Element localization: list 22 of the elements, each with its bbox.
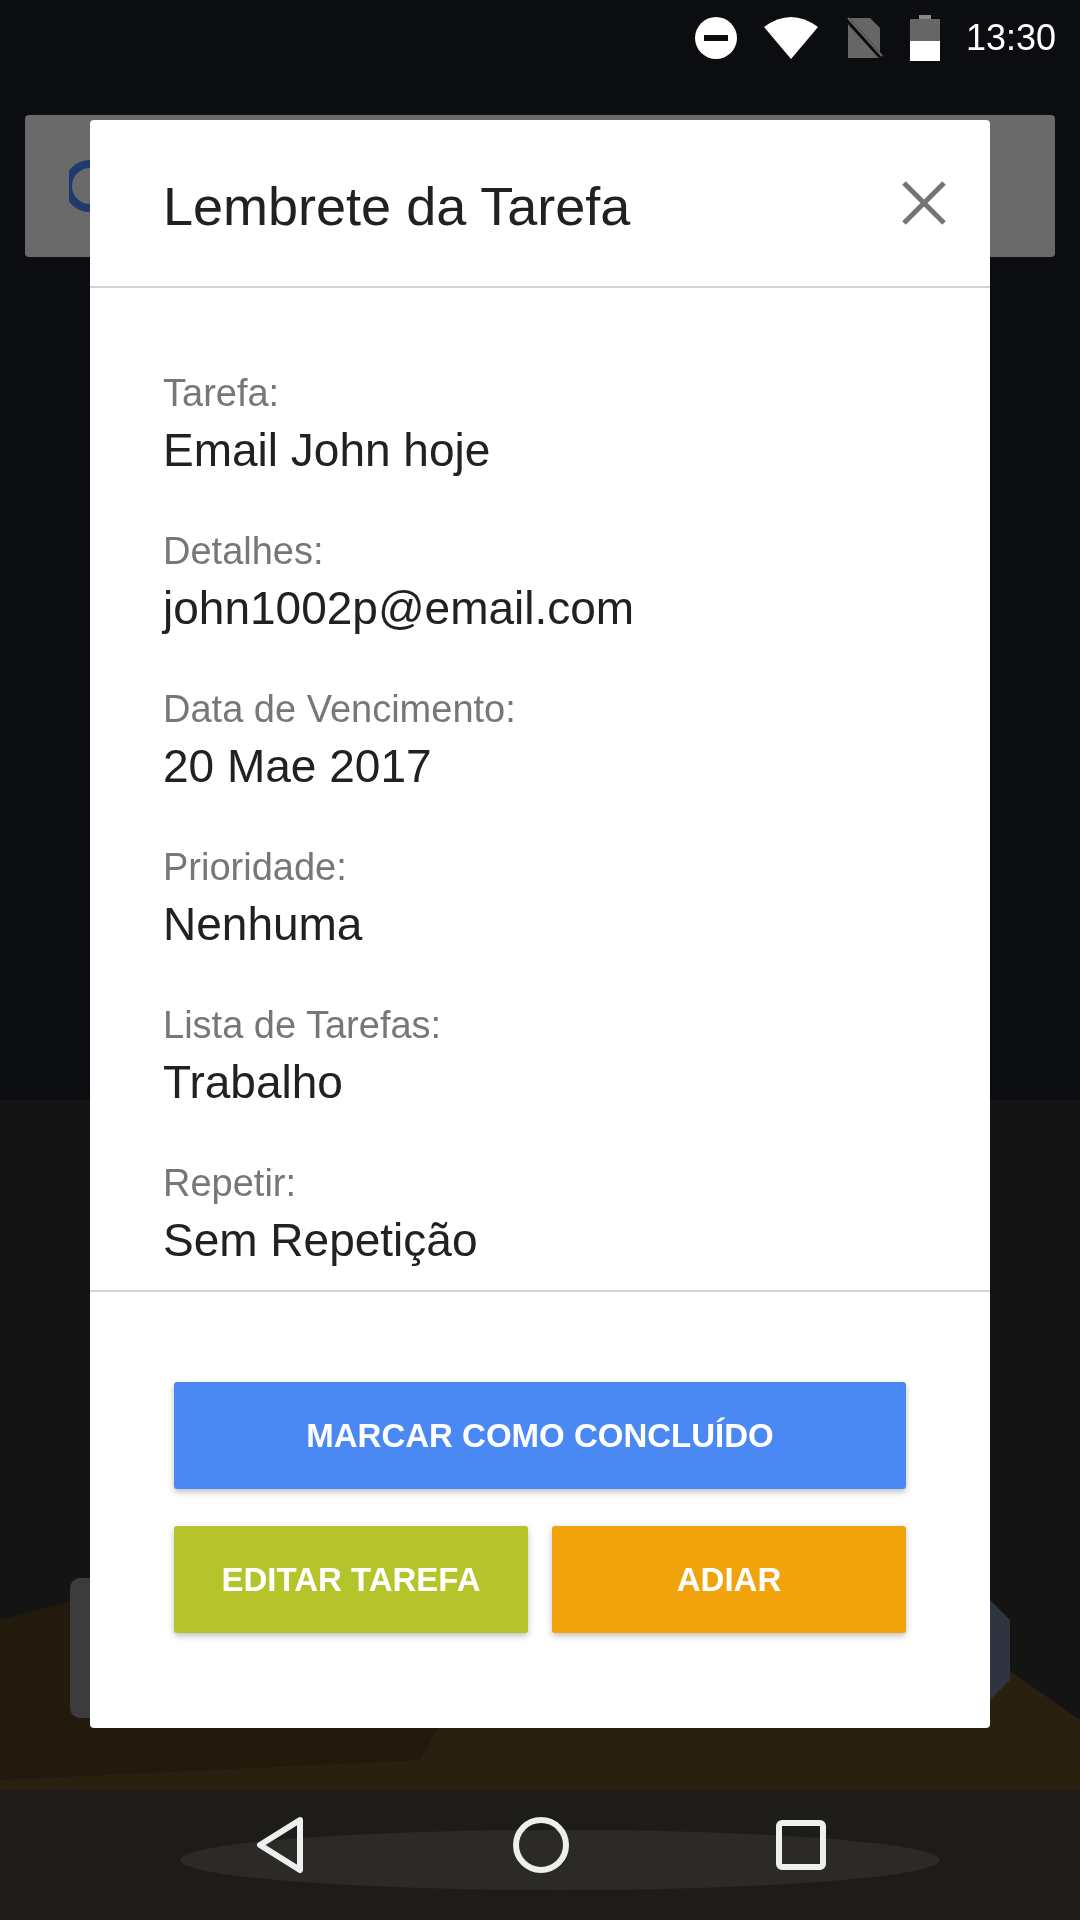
battery-icon bbox=[909, 14, 940, 61]
field-label: Data de Vencimento: bbox=[163, 688, 517, 730]
complete-button[interactable]: MARCAR COMO CONCLUÍDO bbox=[174, 1382, 906, 1489]
field-label: Repetir: bbox=[163, 1162, 298, 1204]
field-value: 20 Mae 2017 bbox=[163, 740, 433, 792]
home-button[interactable] bbox=[513, 1817, 569, 1873]
field-label: Lista de Tarefas: bbox=[163, 1004, 443, 1046]
edit-button[interactable]: EDITAR TAREFA bbox=[174, 1526, 528, 1633]
recents-button[interactable] bbox=[776, 1820, 827, 1870]
field-value: Sem Repetição bbox=[163, 1214, 479, 1266]
wifi-icon bbox=[763, 16, 818, 59]
field-value: john1002p@email.com bbox=[163, 582, 636, 634]
field-value: Email John hoje bbox=[163, 424, 492, 476]
field-value: Nenhuma bbox=[163, 898, 364, 950]
field-value: Trabalho bbox=[163, 1056, 344, 1108]
postpone-button[interactable]: ADIAR bbox=[552, 1526, 906, 1633]
field-label: Detalhes: bbox=[163, 530, 325, 572]
field-label: Prioridade: bbox=[163, 846, 348, 888]
status-time: 13:30 bbox=[965, 16, 1056, 59]
dialog-title: Lembrete da Tarefa bbox=[163, 175, 631, 237]
field-label: Tarefa: bbox=[163, 372, 281, 414]
do-not-disturb-icon bbox=[693, 15, 738, 60]
